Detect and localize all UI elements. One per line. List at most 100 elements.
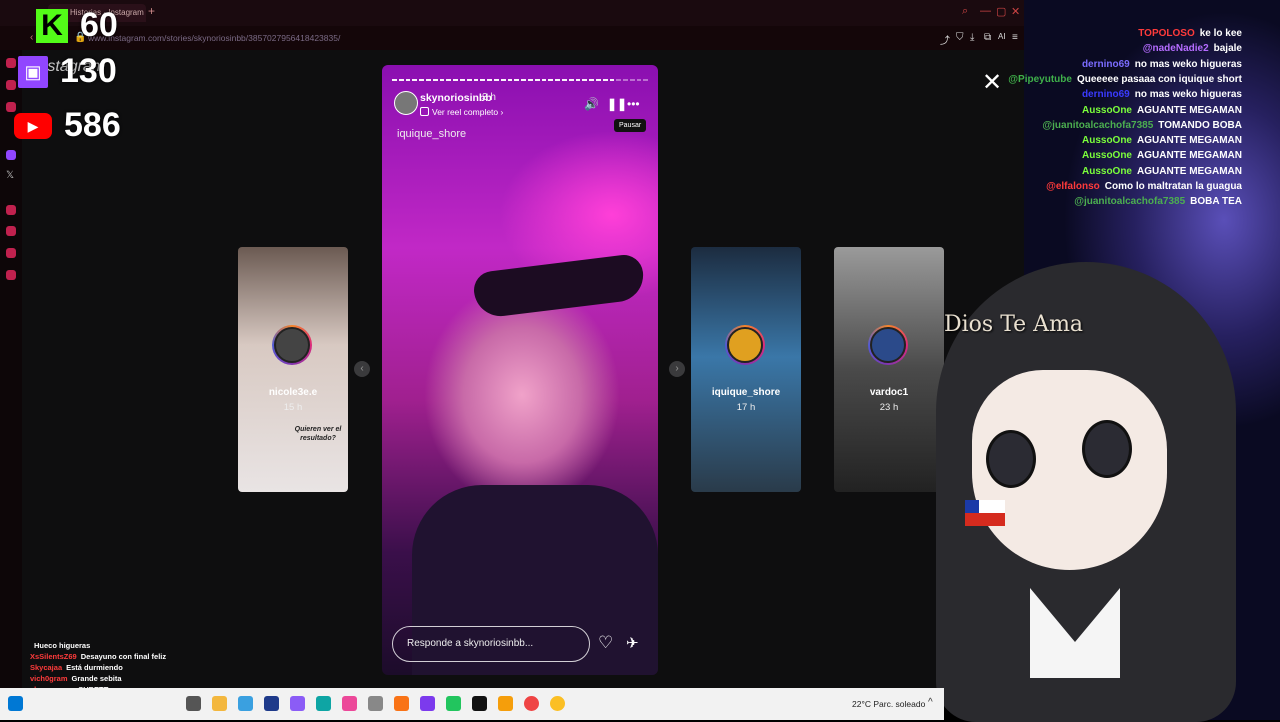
app-icon[interactable]	[342, 696, 357, 711]
more-options-icon[interactable]: •••	[627, 97, 640, 111]
progress-segment	[616, 79, 622, 81]
progress-segment	[453, 79, 458, 81]
chat-username: AussoOne	[1081, 165, 1132, 177]
next-story-button[interactable]: ›	[669, 361, 685, 377]
progress-segment	[589, 79, 594, 81]
app-icon[interactable]	[550, 696, 565, 711]
browser-sidebar: 𝕏	[0, 50, 22, 688]
chat-text: AGUANTE MEGAMAN	[1137, 165, 1242, 177]
progress-segment	[555, 79, 560, 81]
reply-input[interactable]: Responde a skynoriosinbb...	[392, 626, 590, 662]
file-explorer-icon[interactable]	[212, 696, 227, 711]
like-heart-icon[interactable]: ♡	[598, 633, 613, 653]
chat-message: AussoOne AGUANTE MEGAMAN	[1082, 135, 1242, 146]
chat-message: AussoOne AGUANTE MEGAMAN	[1082, 105, 1242, 116]
task-view-icon[interactable]	[186, 696, 201, 711]
tab-bar: Historias · Instagram + ⌕ — ▢ ✕	[0, 0, 1024, 26]
progress-segment	[534, 79, 540, 81]
chat-message: @Pipeyutube Queeeee pasaaa con iquique sh…	[1008, 74, 1242, 85]
progress-segment	[527, 79, 533, 81]
chat-username: AussoOne	[1081, 135, 1132, 147]
weather-widget[interactable]: 22°C Parc. soleado	[852, 699, 925, 709]
story-username: nicole3e.e	[268, 387, 318, 398]
app-icon[interactable]	[264, 696, 279, 711]
story-avatar[interactable]	[394, 91, 418, 115]
chrome-icon[interactable]	[446, 696, 461, 711]
sidebar-twitch-icon[interactable]	[6, 150, 16, 160]
story-preview-vardoc[interactable]: vardoc1 23 h	[834, 247, 944, 492]
pause-tooltip: Pausar	[614, 119, 647, 132]
chat-text: Queeeee pasaaa con iquique short	[1076, 73, 1242, 85]
sidebar-x-icon[interactable]: 𝕏	[6, 170, 14, 181]
volume-icon[interactable]: 🔊	[584, 97, 599, 111]
sidebar-app-icon[interactable]	[6, 226, 16, 236]
chat-message: @elfalonso Como lo maltratan la guagua	[1046, 181, 1242, 192]
progress-segment	[541, 79, 547, 81]
chat-username: dernino69	[1081, 58, 1130, 70]
mini-chat-username: Skycajaa	[30, 663, 63, 672]
sidebar-app-icon[interactable]	[6, 205, 16, 215]
progress-segment	[636, 79, 642, 81]
mini-chat-message: Hueco higueras	[30, 641, 90, 650]
story-preview-nicole[interactable]: nicole3e.e 15 h Quieren ver el resultado…	[238, 247, 348, 492]
new-tab-icon[interactable]: +	[148, 4, 155, 18]
progress-segment	[432, 79, 438, 81]
chat-message: dernino69 no mas weko higueras	[1082, 59, 1242, 70]
back-icon[interactable]: ‹	[30, 32, 33, 43]
url-field[interactable]: www.instagram.com/stories/skynoriosinbb/…	[88, 33, 340, 43]
progress-segment	[643, 79, 649, 81]
pause-icon[interactable]: ❚❚	[607, 97, 627, 111]
vtuber-eye-left	[986, 430, 1036, 488]
prev-story-button[interactable]: ‹	[354, 361, 370, 377]
chat-message: AussoOne AGUANTE MEGAMAN	[1082, 150, 1242, 161]
progress-segment	[487, 79, 492, 81]
chat-username: dernino69	[1081, 89, 1130, 101]
progress-segment	[582, 79, 588, 81]
view-reel-link[interactable]: Ver reel completo ›	[420, 107, 503, 117]
chat-text: no mas weko higueras	[1134, 58, 1242, 70]
chat-message: TOPOLOSO ke lo kee	[1138, 28, 1242, 39]
story-main[interactable]: skynoriosinbb 3 h Ver reel completo › iq…	[382, 65, 658, 675]
chat-text: BOBA TEA	[1190, 196, 1242, 208]
story-author[interactable]: skynoriosinbb	[420, 92, 492, 104]
progress-segment	[493, 79, 499, 81]
chat-message: @juanitoalcachofa7385 TOMANDO BOBA	[1042, 120, 1242, 131]
firefox-icon[interactable]	[394, 696, 409, 711]
sidebar-settings-icon[interactable]	[6, 270, 16, 280]
tray-chevron-icon[interactable]: ^	[928, 697, 933, 708]
kick-viewer-count: 60	[80, 6, 118, 44]
sidebar-app-icon[interactable]	[6, 80, 16, 90]
send-icon[interactable]: ✈	[626, 634, 639, 652]
edge-icon[interactable]	[316, 696, 331, 711]
app-icon[interactable]	[238, 696, 253, 711]
sidebar-app-icon[interactable]	[6, 58, 16, 68]
progress-segment	[480, 79, 486, 81]
app-icon[interactable]	[290, 696, 305, 711]
progress-segment	[548, 79, 554, 81]
vtuber-face	[972, 370, 1167, 570]
taskbar: 22°C Parc. soleado ^	[0, 688, 944, 720]
twitch-viewer-count: 130	[60, 52, 117, 90]
sidebar-app-icon[interactable]	[6, 248, 16, 258]
visual-studio-icon[interactable]	[420, 696, 435, 711]
opera-icon[interactable]	[524, 696, 539, 711]
progress-segment	[561, 79, 567, 81]
mini-chat-message: Skycajaa Está durmiendo	[30, 663, 123, 672]
chat-username: @Pipeyutube	[1008, 73, 1072, 85]
app-icon[interactable]	[368, 696, 383, 711]
chat-username: AussoOne	[1081, 150, 1132, 162]
progress-segment	[575, 79, 581, 81]
mini-chat-message: XsSilentsZ69 Desayuno con final feliz	[30, 652, 166, 661]
obs-icon[interactable]	[472, 696, 487, 711]
progress-segment	[568, 79, 574, 81]
chat-username: @elfalonso	[1046, 181, 1100, 192]
story-time: 15 h	[283, 402, 303, 413]
story-progress-bar	[392, 79, 649, 81]
windows-start-icon[interactable]	[8, 696, 23, 711]
mini-chat-text: Hueco higueras	[34, 641, 91, 650]
app-icon[interactable]	[498, 696, 513, 711]
mini-chat-message: vich0gram Grande sebita	[30, 674, 122, 683]
progress-segment	[459, 79, 465, 81]
chat-username: @nadeNadie2	[1142, 43, 1209, 55]
story-preview-iquique[interactable]: iquique_shore 17 h	[691, 247, 801, 492]
